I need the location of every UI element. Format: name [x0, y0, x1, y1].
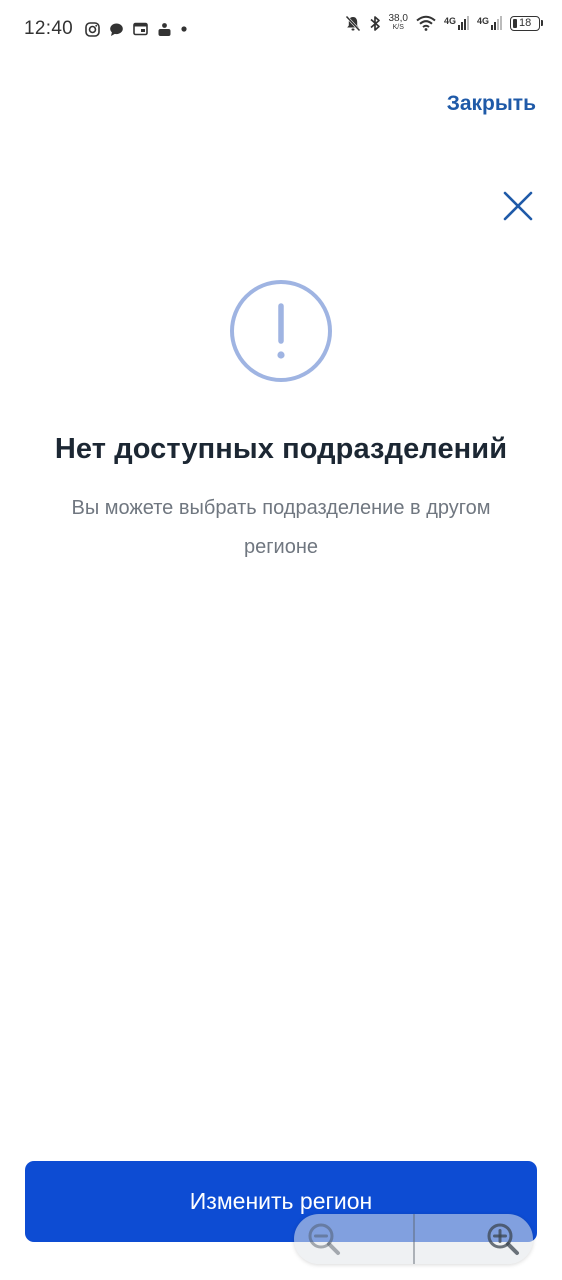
status-bar: 12:40 38,0 K/S 4G 4G 18: [0, 0, 562, 58]
warning-icon: [230, 280, 332, 382]
signal-bar: [460, 22, 463, 30]
instagram-icon: [85, 21, 100, 37]
signal-bar: [500, 16, 502, 30]
network-speed-unit: K/S: [392, 24, 404, 31]
network-speed: 38,0 K/S: [389, 14, 408, 32]
wifi-icon: [416, 15, 436, 31]
empty-state-description: Вы можете выбрать подразделение в другом…: [71, 497, 491, 558]
network-speed-value: 38,0: [388, 13, 408, 24]
cellular-signal-2: 4G: [477, 16, 502, 30]
signal-bar: [497, 19, 499, 30]
zoom-controls: [294, 1214, 533, 1264]
chat-icon: [110, 23, 123, 36]
zoom-in-button[interactable]: [412, 1214, 534, 1264]
calendar-icon: [133, 22, 148, 36]
network-type-1: 4G: [443, 16, 456, 26]
game-icon: [158, 22, 171, 36]
screen: 12:40 38,0 K/S 4G 4G 18 Закрыть Нет дост…: [0, 0, 562, 1280]
battery-tip: [541, 19, 543, 26]
zoom-in-icon: [487, 1223, 519, 1255]
close-link[interactable]: Закрыть: [447, 92, 536, 116]
close-icon[interactable]: [500, 188, 536, 224]
signal-bar: [463, 19, 466, 30]
bell-muted-icon: [345, 15, 360, 31]
bluetooth-icon: [369, 15, 380, 31]
dot-icon: [181, 26, 187, 32]
battery-fill: [513, 18, 517, 28]
notification-icons: [85, 21, 187, 37]
system-icons: 38,0 K/S 4G 4G 18: [345, 14, 543, 32]
signal-bar: [491, 25, 493, 30]
zoom-out-button[interactable]: [294, 1214, 413, 1264]
signal-bar: [466, 16, 469, 30]
status-time: 12:40: [24, 18, 74, 39]
signal-bar: [494, 22, 496, 30]
signal-bar: [457, 25, 460, 30]
zoom-out-icon: [308, 1223, 340, 1255]
network-type-2: 4G: [476, 16, 489, 26]
battery-icon: 18: [510, 15, 543, 31]
empty-state-title: Нет доступных подразделений: [54, 433, 508, 465]
cellular-signal-1: 4G: [444, 16, 469, 30]
battery-level: 18: [519, 17, 532, 29]
